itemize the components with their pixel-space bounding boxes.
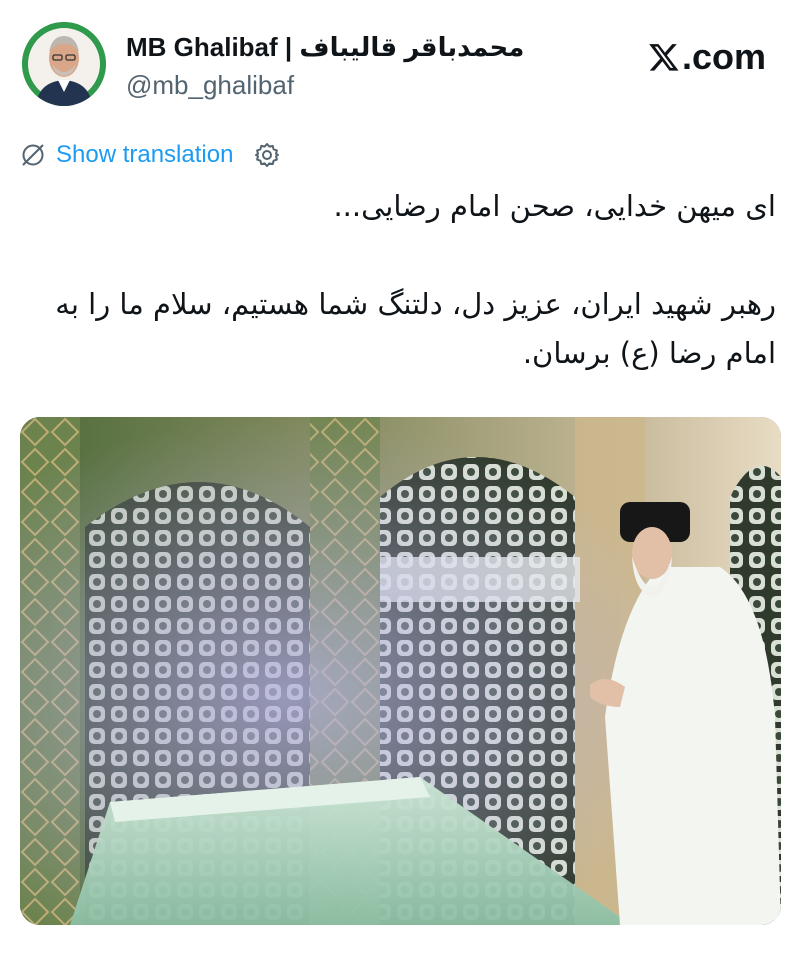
x-brand: .com [648, 36, 766, 78]
show-translation-button[interactable]: Show translation [20, 140, 281, 170]
gear-icon[interactable] [253, 141, 281, 169]
author-handle[interactable]: @mb_ghalibaf [126, 70, 294, 101]
tweet-card: MB Ghalibaf | محمدباقر قالیباف @mb_ghali… [0, 0, 800, 959]
tweet-line-1: ای میهن خدایی، صحن امام رضایی... [333, 189, 776, 223]
tweet-text: ای میهن خدایی، صحن امام رضایی... رهبر شه… [24, 182, 776, 378]
avatar[interactable] [22, 22, 106, 106]
show-translation-label: Show translation [56, 141, 234, 168]
tweet-line-2: رهبر شهید ایران، عزیز دل، دلتنگ شما هستی… [55, 287, 776, 370]
tweet-photo[interactable] [20, 417, 781, 925]
author-display-name[interactable]: MB Ghalibaf | محمدباقر قالیباف [126, 32, 524, 63]
x-logo-icon [649, 44, 679, 71]
x-brand-label: .com [681, 36, 766, 77]
globe-slash-icon [22, 144, 44, 166]
